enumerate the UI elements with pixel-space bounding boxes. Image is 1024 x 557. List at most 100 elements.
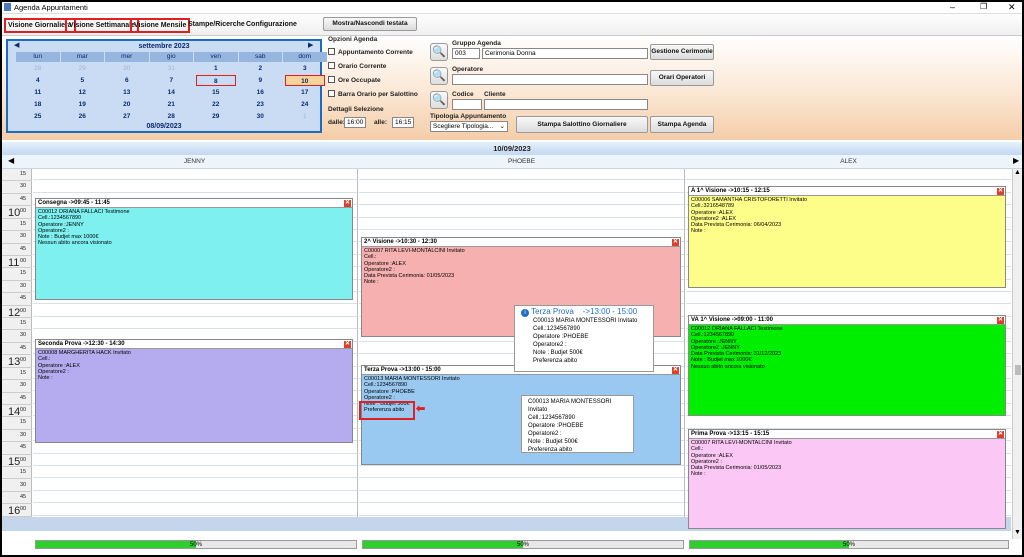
close-icon[interactable]: ✕ <box>997 317 1004 324</box>
grid-row[interactable] <box>359 219 684 230</box>
grid-row[interactable] <box>33 504 357 516</box>
calendar-day[interactable]: 10 <box>285 75 325 86</box>
appointment-card[interactable]: A 1^ Visione ->10:15 - 12:15 ✕ C00006 SAMA… <box>688 186 1006 288</box>
grid-row[interactable] <box>359 194 684 206</box>
check-orario-corrente[interactable]: Orario Corrente <box>328 62 386 70</box>
calendar-day[interactable]: 20 <box>107 99 147 110</box>
to-time-field[interactable]: 16:15 <box>392 117 414 128</box>
check-ore-occupate[interactable]: Ore Occupate <box>328 76 381 84</box>
calendar-day[interactable]: 3 <box>285 63 325 74</box>
menu-visione-settimanale[interactable]: Visione Settimanale <box>65 18 140 33</box>
calendar-day[interactable]: 8 <box>196 75 236 86</box>
close-icon[interactable]: ✕ <box>672 239 679 246</box>
calendar-day[interactable]: 26 <box>63 111 103 122</box>
grid-row[interactable] <box>359 504 684 516</box>
search-icon[interactable]: 🔍 <box>430 43 448 61</box>
grid-row[interactable] <box>359 492 684 504</box>
grid-row[interactable] <box>686 417 1011 429</box>
calendar-day[interactable]: 30 <box>107 63 147 74</box>
grid-row[interactable] <box>359 467 684 479</box>
group-name-field[interactable]: Cerimonia Donna <box>482 48 648 59</box>
orari-operatori-button[interactable]: Orari Operatori <box>650 70 714 86</box>
grid-row[interactable] <box>359 169 684 181</box>
calendar-day[interactable]: 22 <box>196 99 236 110</box>
calendar-today[interactable]: 08/09/2023 <box>8 123 320 130</box>
print-salottino-button[interactable]: Stampa Salottino Giornaliere <box>516 116 648 133</box>
toggle-header-button[interactable]: Mostra/Nascondi testata <box>323 17 417 31</box>
vertical-scrollbar[interactable]: ▲ ▼ <box>1012 169 1022 539</box>
grid-row[interactable] <box>686 169 1011 181</box>
menu-stampe-ricerche[interactable]: Stampe/Ricerche <box>186 18 247 33</box>
gestione-cerimonie-button[interactable]: Gestione Cerimonie <box>650 44 714 60</box>
calendar-day[interactable]: 15 <box>196 87 236 98</box>
calendar-day[interactable]: 4 <box>18 75 58 86</box>
grid-row[interactable] <box>33 318 357 330</box>
minimize-icon[interactable]: – <box>950 2 955 12</box>
calendar-day[interactable]: 2 <box>241 63 281 74</box>
appointment-card[interactable]: Prima Prova ->13:15 - 15:15 ✕ C00007 RITA … <box>688 429 1006 529</box>
from-time-field[interactable]: 16:00 <box>344 117 366 128</box>
maximize-icon[interactable]: ❐ <box>980 2 987 11</box>
scroll-right-icon[interactable]: ▶ <box>1013 156 1019 165</box>
grid-row[interactable] <box>33 442 357 454</box>
calendar-day[interactable]: 16 <box>241 87 281 98</box>
scroll-left-icon[interactable]: ◀ <box>8 156 14 165</box>
next-month-icon[interactable]: ▶ <box>308 41 313 49</box>
close-icon[interactable]: ✕ <box>672 367 679 374</box>
appointment-card[interactable]: VA 1^ Visione ->09:00 - 11:00 ✕ C00012 ORI… <box>688 315 1006 416</box>
appointment-card[interactable]: Consegna ->09:45 - 11:45 ✕ C00012 ORIANA F… <box>35 198 353 300</box>
calendar-day[interactable]: 31 <box>152 63 192 74</box>
tipologia-select[interactable]: Scegliere Tipologia... ⌄ <box>430 121 508 132</box>
close-icon[interactable]: ✕ <box>1008 2 1016 13</box>
grid-row[interactable] <box>33 467 357 479</box>
grid-row[interactable] <box>33 181 357 193</box>
search-icon[interactable]: 🔍 <box>430 67 448 85</box>
calendar-day[interactable]: 25 <box>18 111 58 122</box>
print-agenda-button[interactable]: Stampa Agenda <box>650 116 714 133</box>
grid-row[interactable] <box>359 181 684 193</box>
calendar-day[interactable]: 14 <box>152 87 192 98</box>
calendar-day[interactable]: 27 <box>107 111 147 122</box>
calendar-day[interactable]: 18 <box>18 99 58 110</box>
calendar-day[interactable]: 12 <box>63 87 103 98</box>
calendar-day[interactable]: 28 <box>18 63 58 74</box>
calendar-day[interactable]: 13 <box>107 87 147 98</box>
menu-configurazione[interactable]: Configurazione <box>244 18 299 33</box>
calendar-day[interactable]: 11 <box>18 87 58 98</box>
calendar-day[interactable]: 9 <box>241 75 281 86</box>
grid-row[interactable] <box>33 306 357 317</box>
calendar-day[interactable]: 1 <box>196 63 236 74</box>
appointment-card[interactable]: Seconda Prova ->12:30 - 14:30 ✕ C00008 MAR… <box>35 339 353 443</box>
check-appuntamento-corrente[interactable]: Appuntamento Corrente <box>328 48 413 56</box>
grid-row[interactable] <box>33 169 357 181</box>
scroll-down-icon[interactable]: ▼ <box>1014 529 1021 536</box>
scroll-thumb[interactable] <box>1015 365 1021 375</box>
grid-row[interactable] <box>686 293 1011 305</box>
grid-row[interactable] <box>33 492 357 504</box>
prev-month-icon[interactable]: ◀ <box>14 41 19 49</box>
scroll-up-icon[interactable]: ▲ <box>1014 169 1021 176</box>
calendar-day[interactable]: 29 <box>196 111 236 122</box>
close-icon[interactable]: ✕ <box>344 341 351 348</box>
calendar-day[interactable]: 5 <box>63 75 103 86</box>
grid-row[interactable] <box>33 455 357 466</box>
calendar-day[interactable]: 23 <box>241 99 281 110</box>
calendar-day[interactable]: 28 <box>152 111 192 122</box>
calendar-day[interactable]: 6 <box>107 75 147 86</box>
close-icon[interactable]: ✕ <box>997 431 1004 438</box>
search-icon[interactable]: 🔍 <box>430 91 448 109</box>
grid-row[interactable] <box>359 206 684 218</box>
calendar-day[interactable]: 24 <box>285 99 325 110</box>
close-icon[interactable]: ✕ <box>344 200 351 207</box>
operator-field[interactable] <box>452 74 648 85</box>
calendar-day[interactable]: 21 <box>152 99 192 110</box>
calendar-day[interactable]: 1 <box>285 111 325 122</box>
check-barra-orario[interactable]: Barra Orario per Salottino <box>328 90 418 98</box>
calendar-day[interactable]: 30 <box>241 111 281 122</box>
calendar-day[interactable]: 19 <box>63 99 103 110</box>
group-code-field[interactable]: 003 <box>452 48 480 59</box>
calendar-day[interactable]: 17 <box>285 87 325 98</box>
grid-row[interactable] <box>33 480 357 491</box>
calendar-day[interactable]: 29 <box>63 63 103 74</box>
client-field[interactable] <box>484 99 648 110</box>
